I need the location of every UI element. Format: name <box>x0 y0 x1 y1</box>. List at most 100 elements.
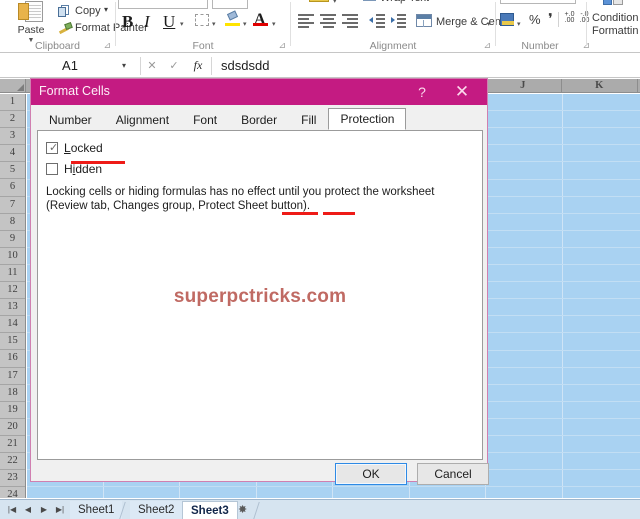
currency-format-icon[interactable] <box>500 13 514 26</box>
copy-button-label[interactable]: Copy <box>75 5 101 17</box>
row-header-16[interactable]: 16 <box>0 350 25 368</box>
dialog-title-bar[interactable]: Format Cells ? ✕ <box>31 79 487 105</box>
row-header-14[interactable]: 14 <box>0 316 25 334</box>
row-header-3[interactable]: 3 <box>0 128 25 146</box>
sheet-nav-first[interactable]: |◀ <box>4 503 20 517</box>
sheet-nav-next[interactable]: ▶ <box>36 503 52 517</box>
cancel-entry-icon[interactable]: ✕ <box>141 59 163 72</box>
column-header-K[interactable]: K <box>562 79 638 93</box>
increase-indent-icon[interactable] <box>390 14 406 28</box>
borders-dropdown-arrow-icon[interactable]: ▾ <box>212 20 216 28</box>
row-header-8[interactable]: 8 <box>0 214 25 231</box>
dialog-tab-number[interactable]: Number <box>37 110 104 130</box>
name-box[interactable]: A1 ▾ <box>0 55 140 77</box>
wrap-text-icon[interactable] <box>363 0 376 1</box>
accept-entry-icon[interactable]: ✓ <box>163 59 185 72</box>
font-dialog-launcher[interactable]: ⊿ <box>278 40 286 51</box>
underline-button[interactable]: U <box>163 12 175 32</box>
row-header-9[interactable]: 9 <box>0 231 25 248</box>
row-header-21[interactable]: 21 <box>0 436 25 453</box>
copy-dropdown-arrow-icon[interactable]: ▾ <box>104 5 108 14</box>
dialog-tab-protection[interactable]: Protection <box>328 108 407 130</box>
dialog-tab-font[interactable]: Font <box>181 110 230 130</box>
fill-color-icon[interactable] <box>226 10 239 22</box>
row-header-15[interactable]: 15 <box>0 333 25 351</box>
sheet-nav-prev[interactable]: ◀ <box>20 503 36 517</box>
row-header-10[interactable]: 10 <box>0 248 25 265</box>
locked-checkbox[interactable]: ✓ <box>46 142 58 154</box>
annotation-underline-locked <box>71 161 125 164</box>
font-name-box[interactable] <box>118 0 208 9</box>
conditional-formatting-label-line1[interactable]: Condition <box>592 12 638 25</box>
align-left-icon[interactable] <box>298 14 314 28</box>
wrap-text-label[interactable]: Wrap Text <box>380 0 429 4</box>
name-box-dropdown-arrow-icon[interactable]: ▾ <box>122 61 126 70</box>
ribbon-group-styles: Condition Formattin <box>587 0 640 53</box>
row-header-5[interactable]: 5 <box>0 162 25 180</box>
sheet-tab-sheet3[interactable]: Sheet3 <box>182 501 238 519</box>
hidden-checkbox[interactable] <box>46 163 58 175</box>
font-color-icon[interactable]: A <box>254 11 266 29</box>
row-header-20[interactable]: 20 <box>0 419 25 436</box>
ok-button[interactable]: OK <box>335 463 407 485</box>
merge-center-icon[interactable] <box>416 14 432 27</box>
formula-input[interactable]: sdsdsdd <box>212 58 640 73</box>
increase-decimal-button[interactable]: +.0 .00 <box>562 11 577 24</box>
percent-style-button[interactable]: % <box>529 12 541 27</box>
underline-dropdown-arrow-icon[interactable]: ▾ <box>180 20 184 28</box>
cancel-button[interactable]: Cancel <box>417 463 489 485</box>
row-header-13[interactable]: 13 <box>0 299 25 317</box>
borders-icon[interactable] <box>195 14 209 26</box>
currency-dropdown-arrow-icon[interactable]: ▾ <box>517 20 521 28</box>
row-header-2[interactable]: 2 <box>0 111 25 129</box>
annotation-underline-protection-right <box>323 212 355 215</box>
fill-color-dropdown-arrow-icon[interactable]: ▾ <box>243 20 247 28</box>
row-header-23[interactable]: 23 <box>0 470 25 488</box>
locked-label[interactable]: Locked <box>64 141 103 155</box>
row-header-1[interactable]: 1 <box>0 94 25 112</box>
select-all-corner[interactable] <box>0 79 26 93</box>
sheet-nav-last[interactable]: ▶| <box>52 503 68 517</box>
row-header-17[interactable]: 17 <box>0 368 25 385</box>
insert-function-icon[interactable]: fx <box>185 58 211 73</box>
align-right-icon[interactable] <box>342 14 358 28</box>
dialog-tab-fill[interactable]: Fill <box>289 110 329 130</box>
comma-style-button[interactable]: ❜ <box>548 10 553 28</box>
paste-button[interactable]: Paste ▼ <box>8 1 54 45</box>
grid-column-line <box>561 94 563 498</box>
vertical-align-arrow-icon[interactable]: ▾ <box>333 0 337 5</box>
font-color-dropdown-arrow-icon[interactable]: ▾ <box>272 20 276 28</box>
row-headers: 1 2 3 4 5 6 7 8 9 10 11 12 13 14 15 16 17 18 19 20 21 22 23 24 <box>0 94 26 498</box>
column-header-J[interactable]: J <box>485 79 562 93</box>
row-header-11[interactable]: 11 <box>0 265 25 283</box>
close-icon[interactable]: ✕ <box>447 82 477 102</box>
italic-button[interactable]: I <box>144 12 150 32</box>
sheet-tab-sheet1[interactable]: Sheet1 <box>70 501 123 519</box>
row-header-24[interactable]: 24 <box>0 487 25 498</box>
row-header-4[interactable]: 4 <box>0 145 25 163</box>
dialog-tab-alignment[interactable]: Alignment <box>103 110 182 130</box>
bold-button[interactable]: B <box>122 12 133 32</box>
font-size-box[interactable] <box>212 0 248 9</box>
new-sheet-icon[interactable]: ✸ <box>238 503 247 516</box>
format-cells-dialog: Format Cells ? ✕ Number Alignment Font Bord… <box>30 78 489 485</box>
decrease-indent-icon[interactable] <box>369 14 385 28</box>
row-header-18[interactable]: 18 <box>0 385 25 402</box>
row-header-6[interactable]: 6 <box>0 179 25 197</box>
row-header-7[interactable]: 7 <box>0 197 25 214</box>
row-header-19[interactable]: 19 <box>0 402 25 419</box>
conditional-formatting-label-line2[interactable]: Formattin <box>592 25 638 38</box>
hidden-label[interactable]: Hidden <box>64 162 102 176</box>
sheet-tab-sheet2[interactable]: Sheet2 <box>130 501 183 519</box>
middle-align-icon[interactable] <box>309 0 329 2</box>
align-center-icon[interactable] <box>320 14 336 28</box>
row-header-12[interactable]: 12 <box>0 282 25 300</box>
alignment-dialog-launcher[interactable]: ⊿ <box>483 40 491 51</box>
dialog-tab-border[interactable]: Border <box>229 110 290 130</box>
row-header-22[interactable]: 22 <box>0 453 25 471</box>
help-icon[interactable]: ? <box>409 82 435 102</box>
clipboard-dialog-launcher[interactable]: ⊿ <box>103 40 111 51</box>
number-format-box[interactable] <box>500 0 576 4</box>
merge-center-dropdown-arrow-icon[interactable]: ▾ <box>487 20 491 28</box>
conditional-formatting-icon[interactable] <box>603 0 623 7</box>
